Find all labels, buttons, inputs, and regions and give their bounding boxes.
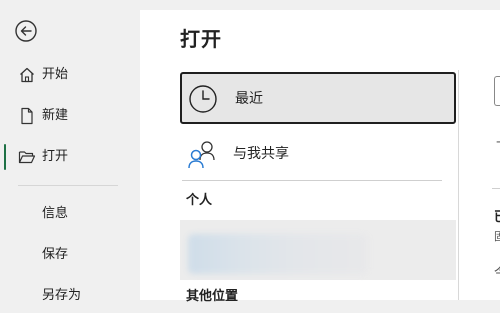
right-pane-text: 十: [496, 134, 500, 151]
open-panel: 打开 最近 与我共享 个人 其他位置 十 已 固 今: [140, 10, 500, 304]
nav-item-info[interactable]: 信息: [0, 197, 140, 231]
nav-item-new[interactable]: 新建: [0, 99, 140, 133]
blurred-account-info: [188, 234, 368, 274]
section-header-personal: 个人: [186, 193, 213, 208]
nav-item-label: 新建: [42, 108, 69, 123]
page-title: 打开: [180, 27, 222, 51]
shared-label: 与我共享: [233, 146, 289, 162]
right-pane-divider: [492, 188, 500, 189]
nav-item-open[interactable]: 打开: [0, 140, 140, 174]
nav-item-label: 信息: [42, 206, 69, 221]
nav-item-label: 保存: [42, 247, 69, 262]
backstage-nav: 开始 新建 打开 信息 保存 另存为: [0, 0, 140, 303]
right-pane-search-box[interactable]: [494, 76, 500, 106]
nav-item-save-as[interactable]: 另存为: [0, 279, 140, 313]
people-icon: [186, 138, 218, 170]
nav-item-save[interactable]: 保存: [0, 238, 140, 272]
nav-divider: [18, 185, 118, 186]
recent-location[interactable]: 最近: [180, 72, 456, 124]
nav-item-label: 另存为: [42, 288, 82, 303]
right-pane-text: 今: [494, 262, 500, 281]
open-folder-icon: [18, 148, 36, 166]
nav-item-label: 开始: [42, 67, 69, 82]
shared-with-me-location[interactable]: 与我共享: [180, 134, 456, 178]
personal-account-location[interactable]: [180, 220, 456, 280]
nav-item-label: 打开: [42, 149, 69, 164]
recent-label: 最近: [235, 91, 263, 107]
pane-divider: [458, 70, 459, 300]
new-file-icon: [18, 107, 36, 125]
back-arrow-icon[interactable]: [15, 20, 37, 42]
section-header-other: 其他位置: [186, 289, 239, 304]
nav-item-home[interactable]: 开始: [0, 58, 140, 92]
home-icon: [18, 66, 36, 84]
right-pane-heading: 已: [494, 206, 500, 225]
section-divider: [182, 180, 442, 181]
right-pane-text: 固: [494, 230, 500, 243]
clock-icon: [188, 84, 218, 114]
